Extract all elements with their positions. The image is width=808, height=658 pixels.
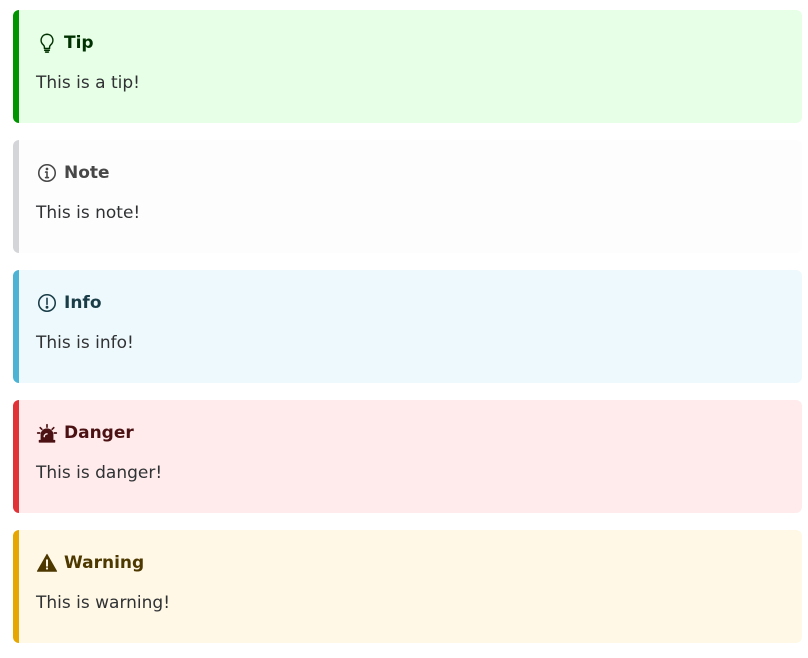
admonition-text: This is note! (36, 203, 141, 223)
info-circle-icon (36, 162, 58, 184)
admonition-text: This is a tip! (36, 73, 140, 93)
admonition-title: Note (64, 162, 110, 183)
admonition-title: Warning (64, 552, 145, 573)
admonition-text: This is danger! (36, 463, 163, 483)
admonition-warning: Warning This is warning! (13, 530, 802, 643)
admonitions-page: Tip This is a tip! Note This is note! In… (0, 0, 808, 658)
admonition-heading: Danger (36, 418, 786, 448)
admonition-title: Danger (64, 422, 134, 443)
siren-icon (36, 422, 58, 444)
admonition-title: Info (64, 292, 102, 313)
admonition-heading: Tip (36, 28, 786, 58)
admonition-danger: Danger This is danger! (13, 400, 802, 513)
admonition-title: Tip (64, 32, 94, 53)
admonition-info: Info This is info! (13, 270, 802, 383)
warning-triangle-icon (36, 552, 58, 574)
admonition-text: This is warning! (36, 593, 171, 613)
lightbulb-icon (36, 32, 58, 54)
admonition-heading: Warning (36, 548, 786, 578)
admonition-tip: Tip This is a tip! (13, 10, 802, 123)
admonition-note: Note This is note! (13, 140, 802, 253)
admonition-heading: Info (36, 288, 786, 318)
admonition-text: This is info! (36, 333, 134, 353)
admonition-heading: Note (36, 158, 786, 188)
exclamation-circle-icon (36, 292, 58, 314)
